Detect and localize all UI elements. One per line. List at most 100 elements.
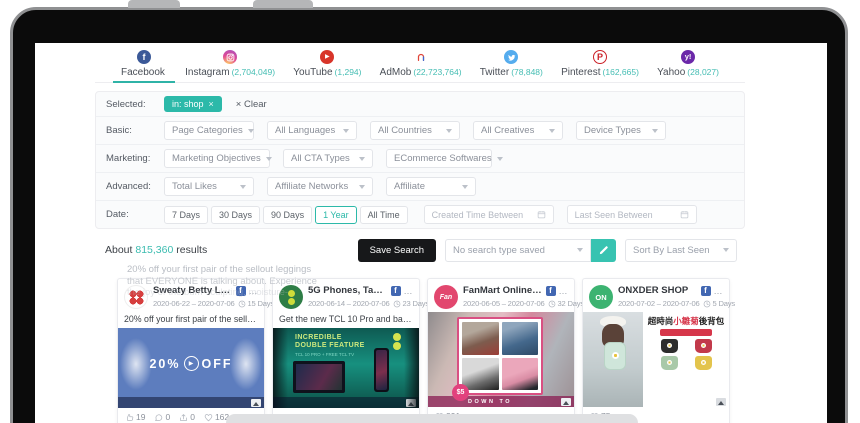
ad-creative[interactable]: 超時尚小雛菊後背包	[583, 312, 729, 407]
product-panel: 超時尚小雛菊後背包	[643, 312, 729, 407]
calendar-icon	[537, 210, 546, 219]
clock-icon	[238, 300, 246, 308]
page-title[interactable]: ONXDER SHOP	[618, 285, 698, 296]
tab-instagram[interactable]: Instagram(2,704,049)	[185, 50, 275, 82]
dropdown-cta-types[interactable]: All CTA Types	[283, 149, 373, 168]
twitter-icon	[504, 50, 518, 64]
more-menu-icon[interactable]: …	[404, 286, 414, 296]
more-menu-icon[interactable]: …	[249, 286, 259, 296]
date-button-alltime[interactable]: All Time	[360, 206, 408, 224]
facebook-icon: f	[391, 286, 401, 296]
device-button	[253, 0, 313, 8]
ee-logo	[393, 333, 401, 350]
tab-admob[interactable]: AdMob(22,723,764)	[380, 50, 462, 82]
dropdown-page-categories[interactable]: Page Categories	[164, 121, 254, 140]
expand-icon[interactable]	[561, 398, 571, 406]
dropdown-affiliate[interactable]: Affiliate	[386, 177, 476, 196]
model-photo	[583, 312, 643, 407]
date-button-30days[interactable]: 30 Days	[211, 206, 260, 224]
tab-facebook[interactable]: f Facebook	[121, 50, 167, 82]
screen: f Facebook Instagram(2,704,049) ▶ YouTub…	[35, 43, 827, 423]
results-count-text: About 815,360 results	[105, 244, 207, 256]
creative-toolbar	[118, 397, 264, 408]
dropdown-all-creatives[interactable]: All Creatives	[473, 121, 563, 140]
dropdown-affiliate-networks[interactable]: Affiliate Networks	[267, 177, 373, 196]
clear-filters-link[interactable]: × Clear	[236, 99, 267, 110]
page-title[interactable]: FanMart Online Shopping - F...	[463, 285, 543, 296]
page-title[interactable]: 5G Phones, Tablets & SIMs | ...	[308, 285, 388, 296]
like-icon	[125, 413, 134, 422]
dropdown-all-languages[interactable]: All Languages	[267, 121, 357, 140]
selected-filter-tag[interactable]: in: shop×	[164, 96, 222, 112]
created-time-input[interactable]: Created Time Between	[424, 205, 554, 224]
content: f Facebook Instagram(2,704,049) ▶ YouTub…	[95, 43, 745, 423]
clock-icon	[703, 300, 711, 308]
creative-toolbar: DOWN TO	[428, 396, 574, 407]
tab-twitter[interactable]: Twitter(78,848)	[480, 50, 543, 82]
date-button-1year[interactable]: 1 Year	[315, 206, 357, 224]
tab-yahoo[interactable]: y! Yahoo(28,027)	[657, 50, 719, 82]
card-header: Fan FanMart Online Shopping - F... f … 2…	[428, 279, 574, 312]
date-button-7days[interactable]: 7 Days	[164, 206, 208, 224]
date-range-buttons: 7 Days 30 Days 90 Days 1 Year All Time	[164, 206, 411, 224]
row-label: Advanced:	[106, 181, 164, 192]
selected-row: Selected: in: shop× × Clear	[96, 92, 744, 117]
clock-icon	[548, 300, 556, 308]
ad-creative[interactable]: 20% ▶ OFF	[118, 328, 264, 408]
filter-panel: Selected: in: shop× × Clear Basic: Page …	[95, 91, 745, 229]
page-title[interactable]: Sweaty Betty London | Wom...	[153, 285, 233, 296]
share-icon	[179, 413, 188, 422]
tab-count: (78,848)	[511, 67, 543, 77]
facebook-icon: f	[546, 286, 556, 296]
chevron-down-icon	[652, 129, 658, 133]
product-collage	[457, 317, 543, 395]
expand-icon[interactable]	[716, 398, 726, 406]
expand-icon[interactable]	[406, 399, 416, 407]
selected-label: Selected:	[106, 99, 164, 110]
more-menu-icon[interactable]: …	[714, 286, 724, 296]
ad-creative[interactable]: $5 DOWN TO	[428, 312, 574, 407]
results-count: 815,360	[135, 244, 173, 256]
date-range: 2020-06-22 – 2020-07-06	[153, 299, 235, 308]
tab-youtube[interactable]: ▶ YouTube(1,294)	[293, 50, 361, 82]
date-range: 2020-06-14 – 2020-07-06	[308, 299, 390, 308]
expand-icon[interactable]	[251, 399, 261, 407]
chevron-down-icon	[343, 129, 349, 133]
tab-pinterest[interactable]: P Pinterest(162,665)	[561, 50, 639, 82]
more-menu-icon[interactable]: …	[559, 286, 569, 296]
dropdown-all-countries[interactable]: All Countries	[370, 121, 460, 140]
tab-label: YouTube	[293, 67, 332, 78]
date-button-90days[interactable]: 90 Days	[263, 206, 312, 224]
phone-image	[374, 348, 389, 392]
dropdown-marketing-objectives[interactable]: Marketing Objectives	[164, 149, 270, 168]
play-icon: ▶	[184, 356, 199, 371]
ad-creative[interactable]: INCREDIBLE DOUBLE FEATURE TCL 10 PRO + F…	[273, 328, 419, 408]
avatar: ON	[589, 285, 613, 309]
creative-text: OFF	[202, 357, 233, 371]
device-base	[226, 414, 638, 423]
card-header: ON ONXDER SHOP f … 2020-07-02 – 2020-07-…	[583, 279, 729, 312]
dropdown-total-likes[interactable]: Total Likes	[164, 177, 254, 196]
saved-search-dropdown[interactable]: No search type saved	[445, 239, 591, 262]
chevron-down-icon	[549, 129, 555, 133]
tv-image	[293, 361, 345, 393]
row-label: Marketing:	[106, 153, 164, 164]
edit-saved-search-button[interactable]	[591, 239, 616, 262]
tab-label: Facebook	[121, 67, 165, 78]
yahoo-icon: y!	[681, 50, 695, 64]
facebook-icon: f	[137, 50, 151, 64]
saved-search-group: No search type saved	[445, 239, 616, 262]
last-seen-input[interactable]: Last Seen Between	[567, 205, 697, 224]
sort-dropdown[interactable]: Sort By Last Seen	[625, 239, 737, 262]
admob-icon	[414, 50, 428, 64]
creative-text: INCREDIBLE DOUBLE FEATURE	[295, 334, 375, 350]
tab-label: Instagram	[185, 67, 229, 78]
avatar	[279, 285, 303, 309]
tab-label: Twitter	[480, 67, 509, 78]
save-search-button[interactable]: Save Search	[358, 239, 436, 262]
dropdown-ecommerce-softwares[interactable]: ECommerce Softwares	[386, 149, 492, 168]
instagram-icon	[223, 50, 237, 64]
calendar-icon	[680, 210, 689, 219]
dropdown-device-types[interactable]: Device Types	[576, 121, 666, 140]
remove-tag-icon[interactable]: ×	[209, 99, 214, 109]
